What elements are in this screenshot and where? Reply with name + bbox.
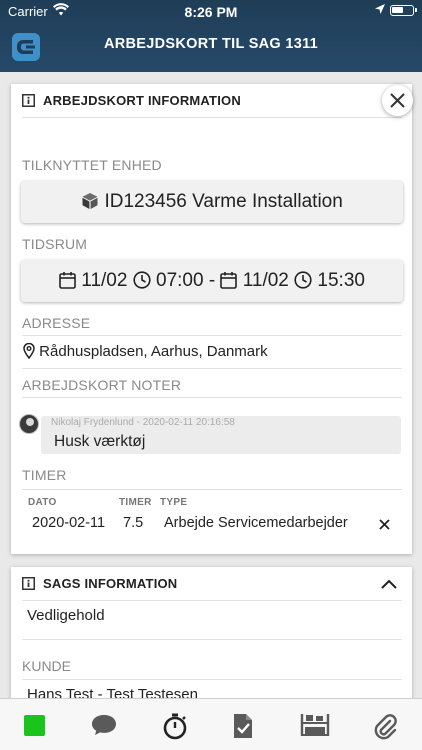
hours-row-type: Arbejde Servicemedarbejder [164, 515, 348, 531]
work-card-heading: ARBEJDSKORT INFORMATION [43, 93, 241, 108]
chevron-up-icon [381, 579, 397, 589]
tab-timer[interactable] [161, 712, 191, 740]
close-button[interactable] [382, 85, 413, 116]
tab-attachments[interactable] [372, 712, 402, 740]
column-header-hours: TIMER [119, 497, 152, 508]
period-start-date: 11/02 [81, 270, 128, 291]
column-header-type: TYPE [160, 497, 188, 508]
case-card-panel: SAGS INFORMATION Vedligehold KUNDE Hans … [11, 567, 412, 707]
paperclip-icon [374, 714, 397, 740]
divider [22, 368, 402, 369]
location-arrow-icon [374, 3, 386, 18]
delete-hours-button[interactable] [379, 517, 390, 535]
map-pin-icon [23, 342, 35, 359]
period-end-time: 15:30 [317, 270, 365, 291]
hours-row-hours: 7.5 [123, 515, 144, 531]
status-bar: Carrier 8:26 PM [0, 0, 422, 22]
period-end-date: 11/02 [242, 270, 289, 291]
column-header-date: DATO [28, 497, 57, 508]
hours-label: TIMER [22, 467, 67, 483]
calendar-icon [220, 271, 238, 289]
case-card-header[interactable]: SAGS INFORMATION [22, 567, 402, 601]
work-card-panel: ARBEJDSKORT INFORMATION TILKNYTTET ENHED… [11, 84, 413, 554]
page-title: ARBEJDSKORT TIL SAG 1311 [103, 36, 319, 52]
note-item[interactable]: Nikolaj Frydenlund - 2020-02-11 20:16:58… [19, 414, 402, 456]
period-label: TIDSRUM [22, 236, 88, 252]
unit-value: ID123456 Varme Installation [104, 191, 343, 212]
battery-icon [390, 5, 417, 16]
stopwatch-icon [163, 713, 187, 740]
close-icon [379, 519, 390, 530]
case-description: Vedligehold [27, 607, 105, 624]
calendar-icon [59, 271, 76, 289]
case-card-heading: SAGS INFORMATION [43, 576, 178, 591]
period-button[interactable]: 11/02 07:00 - 11/02 15:30 [21, 260, 403, 302]
close-icon [390, 93, 405, 108]
note-author: Nikolaj Frydenlund - 2020-02-11 20:16:58 [51, 417, 235, 428]
status-square-icon [24, 715, 45, 736]
notes-label: ARBEJDSKORT NOTER [22, 377, 182, 393]
clock-label: 8:26 PM [184, 4, 238, 20]
address-value: Rådhuspladsen, Aarhus, Danmark [39, 343, 268, 360]
checklist-icon [234, 714, 252, 738]
clock-icon [294, 270, 312, 289]
app-header: Carrier 8:26 PM ARBEJDSKORT TIL SAG 1311 [0, 0, 422, 72]
collapse-button[interactable] [380, 577, 398, 595]
info-icon [22, 577, 35, 590]
tab-checklist[interactable] [231, 712, 261, 740]
note-text: Husk værktøj [54, 433, 146, 450]
chat-bubble-icon [92, 715, 116, 735]
cube-icon [82, 192, 98, 209]
hours-row-date: 2020-02-11 [32, 515, 106, 531]
period-separator: - [208, 270, 216, 291]
period-start-time: 07:00 [156, 270, 204, 291]
shelf-icon [300, 714, 330, 736]
info-icon [22, 94, 35, 107]
unit-button[interactable]: ID123456 Varme Installation [21, 181, 403, 223]
tab-chat[interactable] [90, 712, 120, 740]
work-card-header: ARBEJDSKORT INFORMATION [22, 84, 402, 118]
unit-label: TILKNYTTET ENHED [22, 157, 162, 173]
divider [22, 335, 402, 336]
divider [22, 489, 402, 490]
tab-bar [0, 698, 422, 750]
tab-inventory[interactable] [300, 712, 330, 740]
divider [22, 679, 402, 680]
tab-status[interactable] [20, 712, 50, 740]
address-row[interactable]: Rådhuspladsen, Aarhus, Danmark [23, 342, 268, 360]
divider [22, 397, 402, 398]
customer-label: KUNDE [22, 658, 72, 674]
address-label: ADRESSE [22, 315, 91, 331]
clock-icon [133, 270, 151, 289]
avatar [19, 414, 39, 434]
divider [22, 639, 402, 640]
